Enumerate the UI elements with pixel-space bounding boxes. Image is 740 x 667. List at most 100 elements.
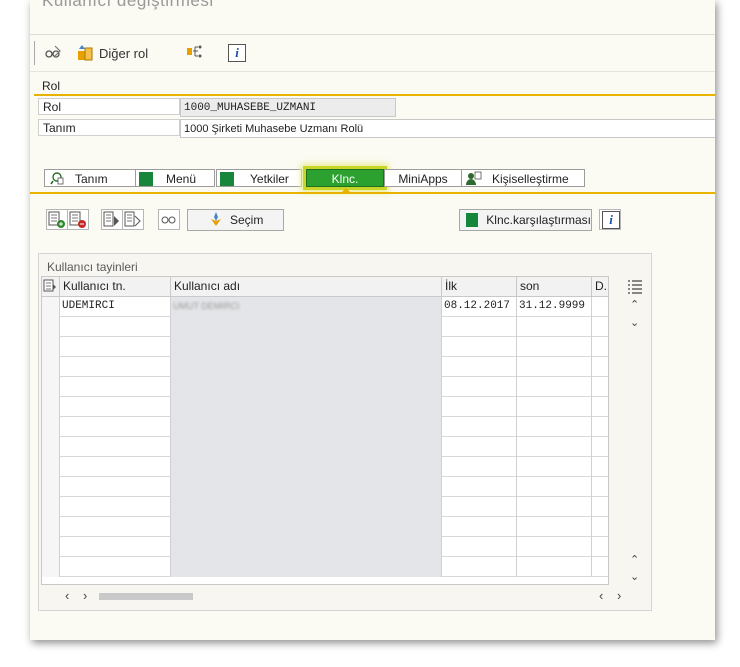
tab-users[interactable]: Klnc. [306, 169, 384, 187]
tab-miniapps[interactable]: MiniApps [384, 169, 462, 187]
header-from-date[interactable]: İlk [442, 277, 517, 296]
table-row[interactable] [42, 337, 608, 357]
row-selector[interactable] [42, 477, 60, 497]
row-selector[interactable] [42, 517, 60, 537]
cell-d[interactable] [592, 557, 608, 577]
cell-to-date[interactable] [517, 517, 592, 537]
cell-d[interactable] [592, 417, 608, 437]
scroll-up-bottom-icon[interactable]: ⌃ [630, 553, 639, 566]
scroll-left-end-icon[interactable]: ‹ [599, 588, 603, 603]
cell-user-name[interactable] [171, 457, 442, 477]
table-row[interactable] [42, 397, 608, 417]
cell-from-date[interactable] [442, 317, 517, 337]
description-value-field[interactable]: 1000 Şirketi Muhasebe Uzmanı Rolü [180, 119, 715, 138]
cell-user-name[interactable] [171, 337, 442, 357]
scroll-thumb[interactable] [99, 593, 193, 600]
row-selector[interactable] [42, 317, 60, 337]
cell-d[interactable] [592, 437, 608, 457]
table-row[interactable]: UDEMIRCI UMUT DEMIRCI 08.12.2017 31.12.9… [42, 297, 608, 317]
scroll-down-icon[interactable]: ⌄ [630, 316, 639, 329]
cell-user-id[interactable] [60, 317, 171, 337]
cell-from-date[interactable] [442, 537, 517, 557]
cell-user-id[interactable] [60, 517, 171, 537]
cell-user-name[interactable] [171, 557, 442, 577]
cell-from-date[interactable] [442, 437, 517, 457]
cell-from-date[interactable] [442, 457, 517, 477]
cell-user-name[interactable] [171, 357, 442, 377]
cell-user-id[interactable] [60, 417, 171, 437]
cell-from-date[interactable]: 08.12.2017 [442, 297, 517, 317]
scroll-right-icon[interactable]: › [83, 588, 87, 603]
table-row[interactable] [42, 317, 608, 337]
cell-d[interactable] [592, 357, 608, 377]
cell-user-id[interactable]: UDEMIRCI [60, 297, 171, 317]
cell-to-date[interactable] [517, 357, 592, 377]
row-selector[interactable] [42, 437, 60, 457]
info-button-2[interactable]: i [599, 209, 621, 230]
cell-user-name[interactable] [171, 517, 442, 537]
cell-user-id[interactable] [60, 337, 171, 357]
cell-user-id[interactable] [60, 497, 171, 517]
cell-from-date[interactable] [442, 477, 517, 497]
scroll-right-end-icon[interactable]: › [617, 588, 621, 603]
row-selector[interactable] [42, 537, 60, 557]
insert-row-button[interactable] [46, 209, 68, 230]
cell-d[interactable] [592, 537, 608, 557]
selection-button[interactable]: Seçim [187, 209, 284, 231]
cell-from-date[interactable] [442, 557, 517, 577]
scroll-left-icon[interactable]: ‹ [65, 588, 69, 603]
cell-to-date[interactable] [517, 477, 592, 497]
cell-from-date[interactable] [442, 517, 517, 537]
cell-user-name[interactable] [171, 317, 442, 337]
cell-user-name[interactable] [171, 417, 442, 437]
cell-d[interactable] [592, 297, 608, 317]
cell-from-date[interactable] [442, 497, 517, 517]
table-row[interactable] [42, 477, 608, 497]
detail-button[interactable] [158, 209, 180, 230]
cell-user-id[interactable] [60, 537, 171, 557]
role-value-field[interactable]: 1000_MUHASEBE_UZMANI [180, 98, 396, 117]
info-button[interactable]: i [228, 41, 246, 65]
row-selector[interactable] [42, 397, 60, 417]
cell-to-date[interactable] [517, 317, 592, 337]
deselect-all-button[interactable] [122, 209, 144, 230]
cell-d[interactable] [592, 337, 608, 357]
scroll-up-icon[interactable]: ⌃ [630, 298, 639, 311]
row-selector[interactable] [42, 297, 60, 317]
vertical-scrollbar[interactable]: ⌃ ⌄ ⌃ ⌄ [621, 276, 647, 583]
cell-from-date[interactable] [442, 357, 517, 377]
select-all-header[interactable] [42, 277, 60, 296]
cell-to-date[interactable] [517, 337, 592, 357]
cell-user-name[interactable] [171, 497, 442, 517]
cell-to-date[interactable] [517, 437, 592, 457]
cell-user-name[interactable] [171, 397, 442, 417]
cell-user-id[interactable] [60, 377, 171, 397]
cell-to-date[interactable] [517, 497, 592, 517]
cell-user-name[interactable] [171, 537, 442, 557]
cell-from-date[interactable] [442, 337, 517, 357]
horizontal-scrollbar[interactable]: ‹ › ‹ › [41, 588, 649, 606]
select-all-button[interactable] [101, 209, 123, 230]
table-row[interactable] [42, 457, 608, 477]
row-selector[interactable] [42, 417, 60, 437]
cell-user-id[interactable] [60, 357, 171, 377]
cell-d[interactable] [592, 317, 608, 337]
cell-user-id[interactable] [60, 397, 171, 417]
cell-user-name[interactable] [171, 377, 442, 397]
row-selector[interactable] [42, 357, 60, 377]
cell-to-date[interactable] [517, 537, 592, 557]
table-row[interactable] [42, 557, 608, 577]
header-d[interactable]: D.. [592, 277, 608, 296]
cell-from-date[interactable] [442, 397, 517, 417]
row-selector[interactable] [42, 497, 60, 517]
row-selector[interactable] [42, 457, 60, 477]
scroll-down-bottom-icon[interactable]: ⌄ [630, 570, 639, 583]
user-compare-button[interactable]: Klnc.karşılaştırması [459, 209, 592, 231]
table-row[interactable] [42, 417, 608, 437]
table-row[interactable] [42, 497, 608, 517]
cell-d[interactable] [592, 397, 608, 417]
cell-user-name[interactable] [171, 437, 442, 457]
cell-to-date[interactable] [517, 557, 592, 577]
tab-description[interactable]: Tanım [44, 169, 136, 187]
column-settings-icon[interactable] [627, 278, 643, 297]
